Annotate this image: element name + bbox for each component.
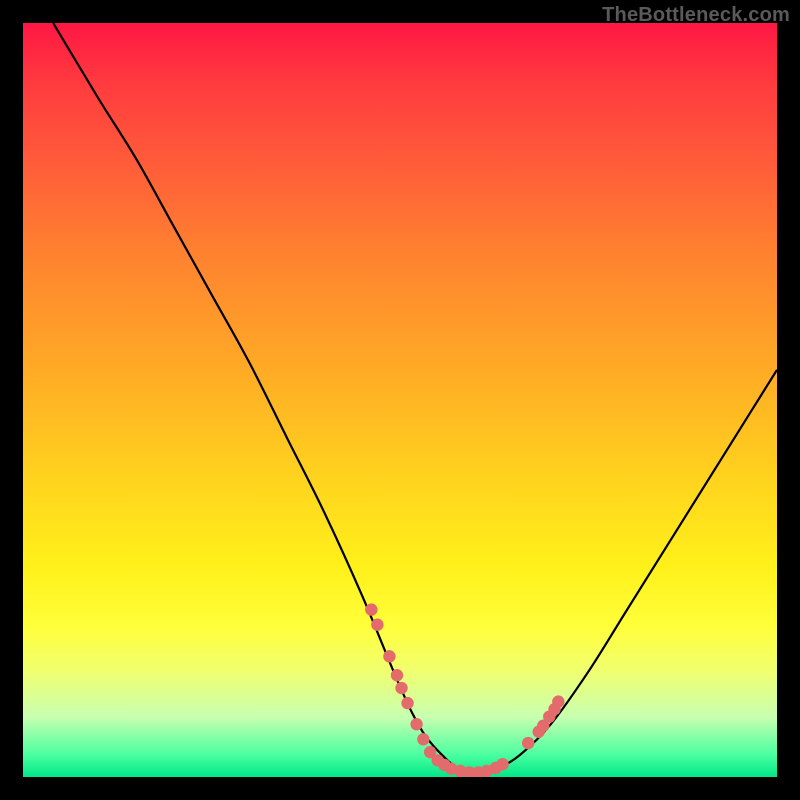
plot-area [23, 23, 777, 777]
highlight-dot [552, 695, 564, 707]
highlight-dot [410, 718, 422, 730]
highlight-dot [522, 737, 534, 749]
highlight-dot [371, 618, 383, 630]
highlight-dot [401, 697, 413, 709]
highlight-dot [391, 669, 403, 681]
highlight-dot [417, 733, 429, 745]
highlight-dots [365, 603, 564, 777]
highlight-dot [496, 758, 508, 770]
highlight-dot [395, 682, 407, 694]
highlight-dot [365, 603, 377, 615]
chart-frame: TheBottleneck.com [0, 0, 800, 800]
curve-line [53, 23, 777, 773]
highlight-dot [383, 650, 395, 662]
chart-svg [23, 23, 777, 777]
